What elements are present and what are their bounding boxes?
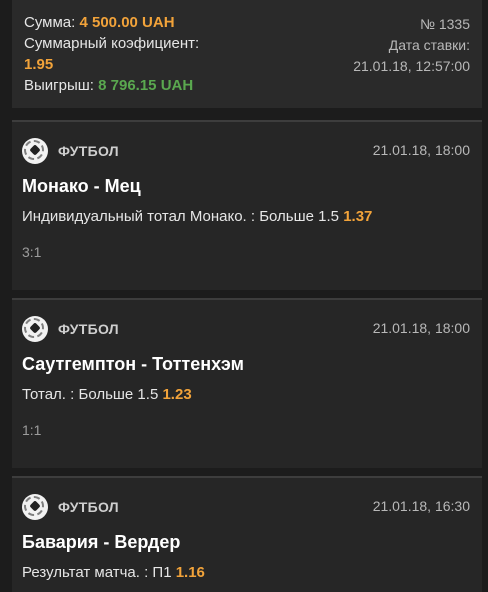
match-title: Монако - Мец (22, 176, 141, 196)
summary-right: № 1335 Дата ставки: 21.01.18, 12:57:00 (353, 14, 470, 77)
coef-value: 1.95 (24, 56, 54, 73)
coef-label: Суммарный коэфициент: (24, 35, 200, 52)
amount-row: Сумма: 4 500.00 UAH (24, 12, 199, 33)
market-text: Результат матча. : П1 (22, 564, 172, 581)
match-date: 21.01.18, 16:30 (372, 498, 470, 514)
bet-card-header: ФУТБОЛ (22, 492, 119, 522)
market-text: Индивидуальный тотал Монако. : Больше 1.… (22, 208, 340, 225)
bet-number: № 1335 (419, 16, 470, 32)
amount-value: 4 500.00 UAH (79, 14, 175, 31)
bet-card-header: ФУТБОЛ (22, 314, 119, 344)
odds-value: 1.37 (343, 208, 373, 225)
soccer-ball-icon (22, 316, 48, 342)
bet-date-value: 21.01.18, 12:57:00 (353, 58, 470, 74)
match-date: 21.01.18, 18:00 (372, 142, 470, 158)
soccer-ball-icon (22, 138, 48, 164)
match-title: Саутгемптон - Тоттенхэм (22, 354, 244, 374)
amount-label: Сумма: (24, 14, 76, 31)
match-score: 3:1 (22, 244, 42, 260)
win-row: Выигрыш: 8 796.15 UAH (24, 75, 199, 96)
sport-label: ФУТБОЛ (58, 499, 119, 515)
bet-card-header: ФУТБОЛ (22, 136, 119, 166)
bet-card[interactable]: ФУТБОЛ 21.01.18, 18:00 Монако - Мец Инди… (12, 120, 482, 290)
bet-date-label: Дата ставки: (388, 37, 470, 53)
odds-value: 1.23 (162, 386, 192, 403)
bet-card[interactable]: ФУТБОЛ 21.01.18, 18:00 Саутгемптон - Тот… (12, 298, 482, 468)
sport-label: ФУТБОЛ (58, 321, 119, 337)
match-title: Бавария - Вердер (22, 532, 181, 552)
match-score: 1:1 (22, 422, 42, 438)
win-value: 8 796.15 UAH (98, 77, 194, 94)
soccer-ball-icon (22, 494, 48, 520)
market-row: Результат матча. : П1 1.16 (22, 564, 205, 581)
market-text: Тотал. : Больше 1.5 (22, 386, 159, 403)
win-label: Выигрыш: (24, 77, 94, 94)
bet-summary: Сумма: 4 500.00 UAH Суммарный коэфициент… (12, 0, 482, 108)
bet-card[interactable]: ФУТБОЛ 21.01.18, 16:30 Бавария - Вердер … (12, 476, 482, 592)
sport-label: ФУТБОЛ (58, 143, 119, 159)
market-row: Тотал. : Больше 1.5 1.23 (22, 386, 192, 403)
odds-value: 1.16 (175, 564, 205, 581)
market-row: Индивидуальный тотал Монако. : Больше 1.… (22, 208, 372, 225)
summary-left: Сумма: 4 500.00 UAH Суммарный коэфициент… (24, 12, 199, 96)
match-date: 21.01.18, 18:00 (372, 320, 470, 336)
